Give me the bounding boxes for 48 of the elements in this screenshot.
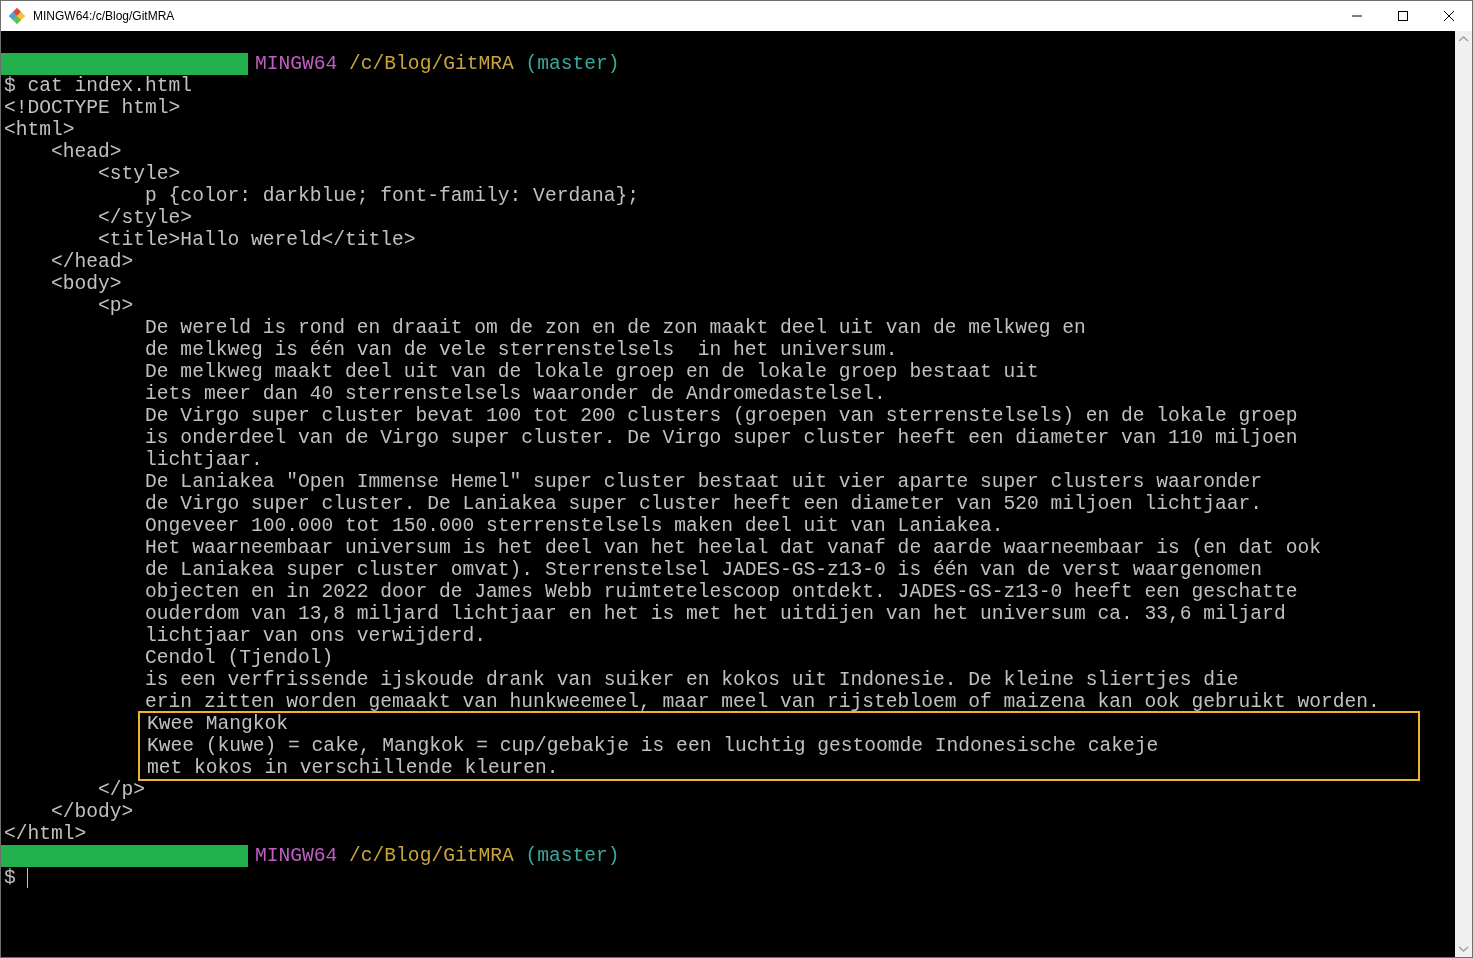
terminal-line: <style>	[97, 163, 181, 185]
terminal-line: <!DOCTYPE html>	[4, 97, 181, 119]
terminal-line: De melkweg maakt deel uit van de lokale groep en de lokale groep bestaat uit	[144, 361, 1039, 383]
terminal-line: iets meer dan 40 sterrenstelsels waaronder de Andromedastelsel.	[144, 383, 886, 405]
terminal-line: met kokos in verschillende kleuren.	[147, 757, 559, 779]
prompt-symbol: $	[4, 867, 16, 889]
terminal-line: objecten en in 2022 door de James Webb ruimtetelescoop ontdekt. JADES-GS-z13-0 heeft een geschatte	[144, 581, 1298, 603]
terminal-line: is onderdeel van de Virgo super cluster. De Virgo super cluster heeft een diameter van 110 miljoen	[144, 427, 1298, 449]
terminal-line: </style>	[97, 207, 193, 229]
terminal-line: is een verfrissende ijskoude drank van suiker en kokos uit Indonesie. De kleine sliertjes die	[144, 669, 1239, 691]
terminal-line: <title>Hallo wereld</title>	[97, 229, 416, 251]
prompt-branch: (master)	[525, 53, 620, 75]
terminal-line: lichtjaar.	[144, 449, 263, 471]
terminal-line: p {color: darkblue; font-family: Verdana};	[144, 185, 639, 207]
terminal-line: Kwee Mangkok	[147, 713, 289, 735]
terminal-line: Kwee (kuwe) = cake, Mangkok = cup/gebakje is een luchtig gestoomde Indonesische cakeje	[147, 735, 1159, 757]
terminal-line: de Virgo super cluster. De Laniakea super cluster heeft een diameter van 520 miljoen lichtjaar.	[144, 493, 1263, 515]
terminal-line: <html>	[4, 119, 75, 141]
scrollbar[interactable]	[1455, 31, 1472, 957]
terminal-line: Ongeveer 100.000 tot 150.000 sterrenstelsels maken deel uit van Laniakea.	[144, 515, 1004, 537]
terminal-line: lichtjaar van ons verwijderd.	[144, 625, 487, 647]
terminal-line: </body>	[50, 801, 134, 823]
prompt-host: MINGW64	[255, 53, 338, 75]
terminal-line: De Virgo super cluster bevat 100 tot 200 clusters (groepen van sterrenstelsels) en de lokale groep	[144, 405, 1298, 427]
maximize-icon	[1398, 11, 1408, 21]
terminal-line: </head>	[50, 251, 134, 273]
terminal-line: <head>	[50, 141, 122, 163]
prompt-path: /c/Blog/GitMRA	[349, 53, 514, 75]
terminal-line: De Laniakea "Open Immense Hemel" super cluster bestaat uit vier aparte super clusters waaronder	[144, 471, 1263, 493]
terminal-line: <p>	[97, 295, 134, 317]
terminal-line: Het waarneembaar universum is het deel van het heelal dat vanaf de aarde waarneembaar is (en dat ook	[144, 537, 1321, 559]
terminal-line: de melkweg is één van de vele sterrenstelsels in het universum.	[144, 339, 898, 361]
terminal-line: </p>	[97, 779, 146, 801]
terminal-line: erin zitten worden gemaakt van hunkweemeel, maar meel van rijstebloem of maizena kan ook gebruikt worden.	[144, 691, 1380, 713]
prompt-host: MINGW64	[255, 845, 338, 867]
terminal-line: ouderdom van 13,8 miljard lichtjaar en het is met het uitdijen van het universum ca. 33,6 miljard	[144, 603, 1286, 625]
terminal-line: $ cat index.html	[4, 75, 193, 97]
prompt-path: /c/Blog/GitMRA	[349, 845, 514, 867]
terminal-line: De wereld is rond en draait om de zon en de zon maakt deel uit van de melkweg en	[144, 317, 1086, 339]
window-title: MINGW64:/c/Blog/GitMRA	[33, 9, 176, 23]
app-logo-icon	[9, 8, 25, 24]
close-icon	[1444, 11, 1454, 21]
terminal-line: Cendol (Tjendol)	[144, 647, 334, 669]
terminal-line: <body>	[50, 273, 122, 295]
prompt-branch: (master)	[525, 845, 620, 867]
terminal-line: de Laniakea super cluster omvat). Sterrenstelsel JADES-GS-z13-0 is één van de verst waargenomen	[144, 559, 1263, 581]
terminal-line: </html>	[4, 823, 87, 845]
text-cursor	[26, 868, 28, 888]
